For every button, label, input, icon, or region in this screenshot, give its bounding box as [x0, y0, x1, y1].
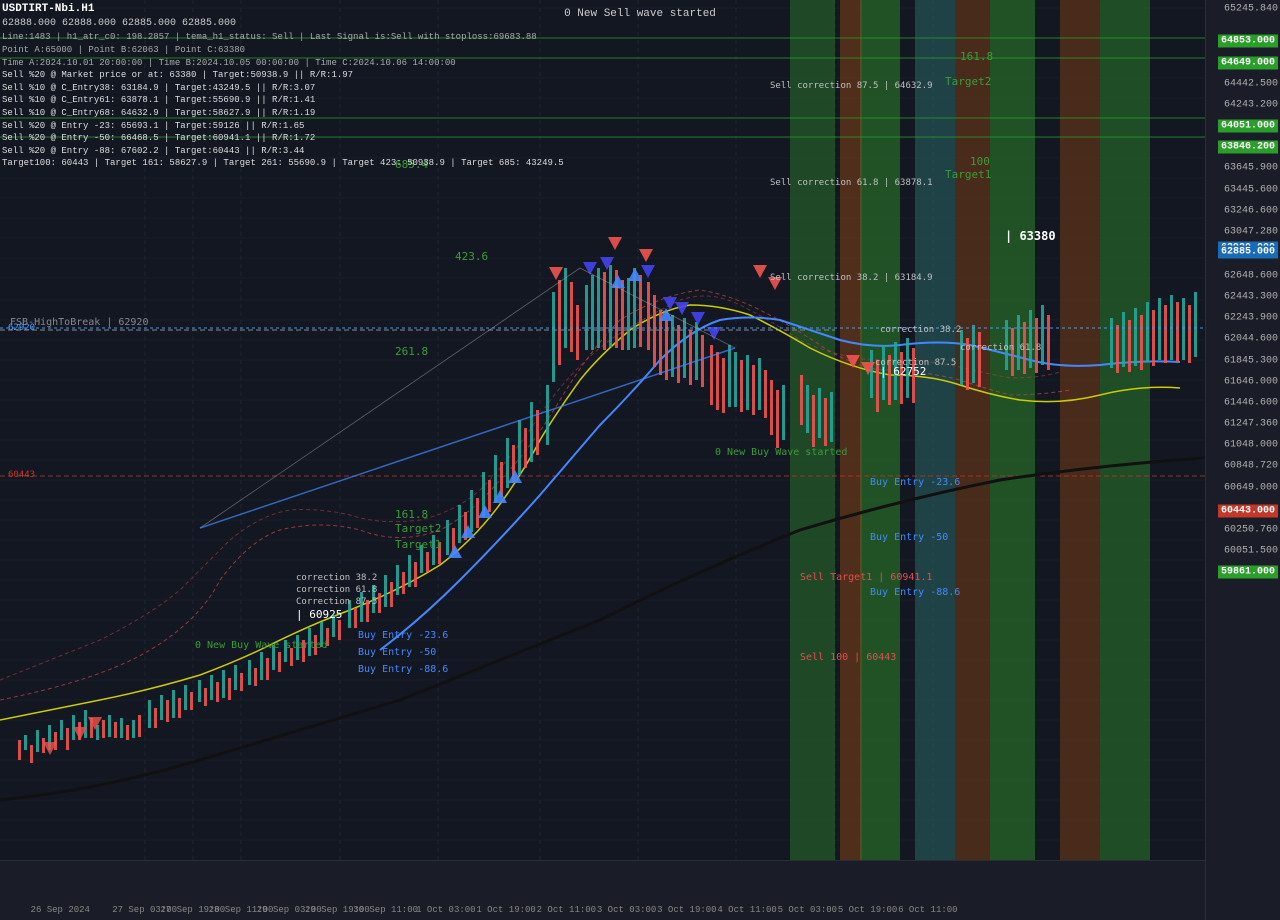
label-sell-target1: Sell Target1 | 60941.1 [800, 572, 932, 583]
time-label: 1 Oct 03:00 [416, 905, 475, 915]
label-corr-618-left: correction 61.8 [296, 585, 377, 595]
label-corr-875-left: Correction 87.5 [296, 597, 377, 607]
label-corr-382-left: correction 38.2 [296, 573, 377, 583]
label-buy-entry-236-right: Buy Entry -23.6 [870, 477, 960, 488]
price-label-63445-600: 63445.600 [1224, 184, 1278, 195]
label-buy-entry-886-right: Buy Entry -88.6 [870, 587, 960, 598]
time-label: 30 Sep 11:00 [353, 905, 418, 915]
label-sell-100: Sell 100 | 60443 [800, 652, 896, 663]
label-161-target2: 161.8 [395, 508, 428, 521]
price-axis: 65245.840 64853.000 64649.000 64442.500 6424… [1205, 0, 1280, 920]
price-label-65245-840: 65245.840 [1224, 4, 1278, 15]
label-buy-entry-886-left: Buy Entry -88.6 [358, 664, 448, 675]
time-label: 26 Sep 2024 [31, 905, 90, 915]
label-target2-left: Target2 [395, 522, 441, 535]
price-label-62044-600: 62044.600 [1224, 334, 1278, 345]
label-261: 261.8 [395, 345, 428, 358]
chart-container: USDTIRT-Nbi.H1 62888.000 62888.000 62885… [0, 0, 1280, 920]
time-label: 1 Oct 19:00 [476, 905, 535, 915]
time-label: 6 Oct 11:00 [898, 905, 957, 915]
price-label-64649-000: 64649.000 [1218, 56, 1278, 69]
price-label-63246-600: 63246.600 [1224, 205, 1278, 216]
label-sell-corr-382: Sell correction 38.2 | 63184.9 [770, 273, 933, 283]
price-label-62443-300: 62443.300 [1224, 292, 1278, 303]
price-label-62885-000: 62885.000 [1218, 246, 1278, 259]
time-label: 3 Oct 03:00 [597, 905, 656, 915]
price-label-61646-000: 61646.000 [1224, 376, 1278, 387]
label-corr-382-right: correction 38.2 [880, 325, 961, 335]
label-target1-left: Target1 [395, 538, 441, 551]
price-label-61845-300: 61845.300 [1224, 355, 1278, 366]
label-60443-line: 60443 [8, 470, 35, 480]
time-axis: 26 Sep 202427 Sep 03:0027 Sep 19:0028 Se… [0, 860, 1205, 920]
price-label-61247-360: 61247.360 [1224, 419, 1278, 430]
price-label-60649-000: 60649.000 [1224, 482, 1278, 493]
label-685: 685.4 [395, 158, 428, 171]
time-label: 5 Oct 03:00 [778, 905, 837, 915]
label-161-right: 161.8 [960, 50, 993, 63]
price-label-59861-000: 59861.000 [1218, 566, 1278, 579]
price-label-60848-720: 60848.720 [1224, 461, 1278, 472]
label-buy-entry-236-left: Buy Entry -23.6 [358, 630, 448, 641]
label-63380: | 63380 [1005, 229, 1056, 243]
price-label-62243-900: 62243.900 [1224, 313, 1278, 324]
price-label-63645-900: 63645.900 [1224, 163, 1278, 174]
signal-center-label: 0 New Sell wave started [564, 8, 716, 20]
price-label-61446-600: 61446.600 [1224, 397, 1278, 408]
time-label: 3 Oct 19:00 [657, 905, 716, 915]
label-buy-wave-left: 0 New Buy Wave started [195, 640, 327, 651]
time-label: 2 Oct 11:00 [537, 905, 596, 915]
price-label-60443-000: 60443.000 [1218, 504, 1278, 517]
label-buy-wave-right: 0 New Buy Wave started [715, 447, 847, 458]
label-423: 423.6 [455, 250, 488, 263]
label-sell-corr-618: Sell correction 61.8 | 63878.1 [770, 178, 933, 188]
label-100-right: 100 [970, 155, 990, 168]
price-label-64051-000: 64051.000 [1218, 120, 1278, 133]
price-label-64243-200: 64243.200 [1224, 99, 1278, 110]
label-buy-entry-50-left: Buy Entry -50 [358, 647, 436, 658]
price-label-64442-500: 64442.500 [1224, 78, 1278, 89]
price-label-62648-600: 62648.600 [1224, 271, 1278, 282]
chart-svg: 685.4 261.8 423.6 161.8 Target2 Target1 … [0, 0, 1205, 860]
label-buy-entry-50-right: Buy Entry -50 [870, 532, 948, 543]
label-target1-right: Target1 [945, 168, 991, 181]
price-label-61048-000: 61048.000 [1224, 440, 1278, 451]
time-label: 5 Oct 19:00 [838, 905, 897, 915]
label-sell-corr-875: Sell correction 87.5 | 64632.9 [770, 81, 933, 91]
label-corr-618-right: correction 61.8 [960, 343, 1041, 353]
label-62920-line: 62920 [8, 323, 35, 333]
price-label-63846-200: 63846.200 [1218, 141, 1278, 154]
time-label: 4 Oct 11:00 [717, 905, 776, 915]
price-label-60250-760: 60250.760 [1224, 524, 1278, 535]
price-label-63047-280: 63047.280 [1224, 226, 1278, 237]
price-label-64853-000: 64853.000 [1218, 35, 1278, 48]
label-target2-right: Target2 [945, 75, 991, 88]
label-62752: | 62752 [880, 365, 926, 378]
price-label-60051-500: 60051.500 [1224, 546, 1278, 557]
chart-area: 685.4 261.8 423.6 161.8 Target2 Target1 … [0, 0, 1205, 860]
label-60925: | 60925 [296, 608, 342, 621]
